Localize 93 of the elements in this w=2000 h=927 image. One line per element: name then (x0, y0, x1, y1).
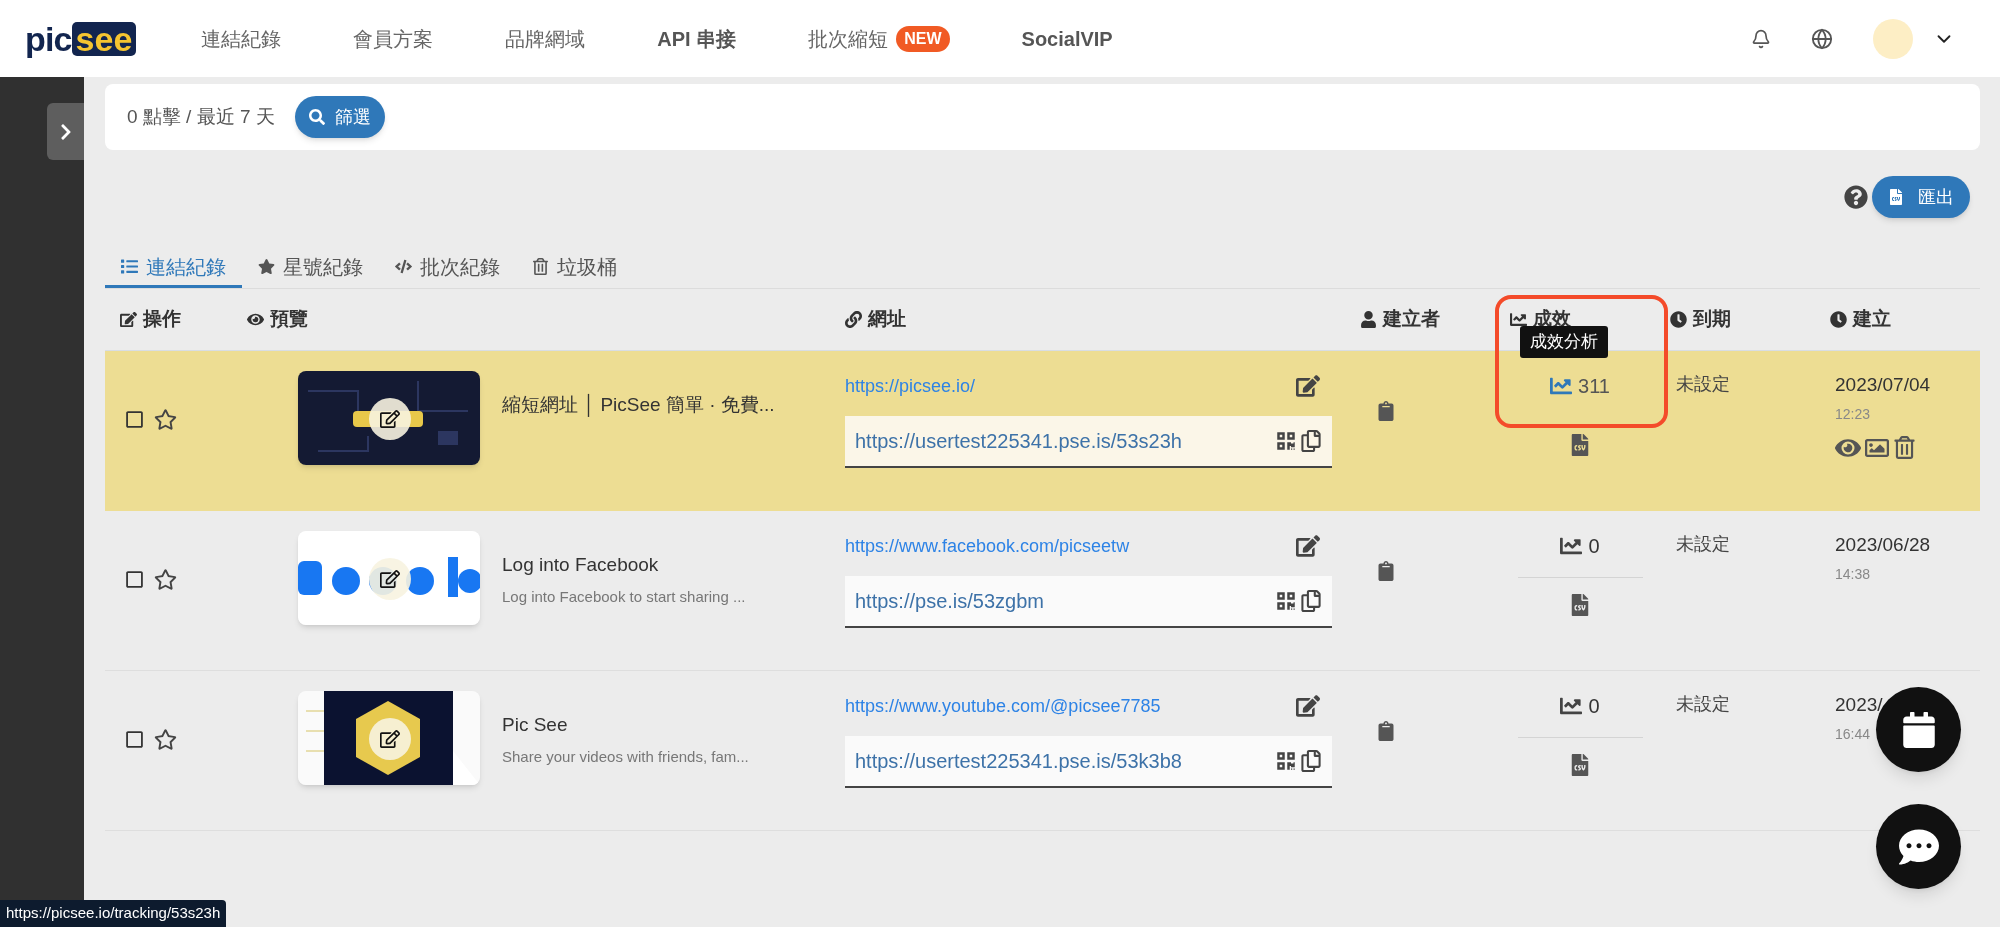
chart-icon (1550, 375, 1573, 397)
created-date: 2023/ (1835, 693, 1883, 717)
trash-icon[interactable] (1893, 436, 1916, 459)
column-header: 建立 (1830, 305, 1891, 334)
csv-file-icon (1888, 189, 1904, 205)
created-time: 14:38 (1835, 564, 1871, 584)
checkbox[interactable] (125, 569, 144, 589)
short-url-field[interactable]: https://pse.is/53zgbm (845, 576, 1332, 628)
column-header: 到期 (1670, 305, 1731, 334)
analytics-button[interactable]: 0 (1560, 691, 1600, 721)
star-icon[interactable] (154, 727, 177, 751)
filter-button[interactable]: 篩選 (294, 96, 385, 138)
new-badge: NEW (896, 25, 950, 52)
qr-code-icon[interactable] (1276, 591, 1296, 611)
eye-icon (247, 311, 264, 328)
clipboard-icon[interactable] (1376, 561, 1396, 581)
expiry: 未設定 (1676, 534, 1730, 554)
created-time: 16:44 (1835, 724, 1871, 744)
nav-link[interactable]: 連結紀錄 (201, 23, 282, 54)
short-url-field[interactable]: https://usertest225341.pse.is/53s23h (845, 416, 1332, 468)
nav-link[interactable]: SocialVIP (1021, 23, 1113, 54)
analytics-button[interactable]: 0 (1560, 531, 1600, 561)
created-date: 2023/06/28 (1835, 533, 1931, 557)
notification-icon[interactable] (1751, 28, 1771, 49)
short-url: https://pse.is/53zgbm (855, 589, 1044, 614)
clipboard-icon[interactable] (1376, 721, 1396, 741)
link-icon (845, 311, 862, 328)
tab[interactable]: 垃圾桶 (516, 248, 633, 288)
expiry: 未設定 (1676, 694, 1730, 714)
short-url: https://usertest225341.pse.is/53k3b8 (855, 749, 1182, 774)
nav-link[interactable]: 批次縮短 NEW (808, 23, 950, 54)
export-button[interactable]: 匯出 (1872, 176, 1970, 218)
chart-icon (1510, 311, 1527, 328)
copy-icon[interactable] (1300, 750, 1322, 772)
created-date: 2023/07/04 (1835, 373, 1931, 397)
edit-icon[interactable] (1296, 693, 1320, 718)
user-icon (1360, 311, 1377, 328)
nav-link[interactable]: 品牌網域 (505, 23, 586, 54)
star-icon (258, 258, 275, 275)
qr-code-icon[interactable] (1276, 431, 1296, 451)
csv-file-icon[interactable] (1569, 754, 1591, 776)
short-url-field[interactable]: https://usertest225341.pse.is/53k3b8 (845, 736, 1332, 788)
csv-file-icon[interactable] (1569, 434, 1591, 456)
search-icon (308, 109, 325, 125)
nav-link[interactable]: 會員方案 (353, 23, 434, 54)
clipboard-icon[interactable] (1376, 401, 1396, 421)
tab[interactable]: 連結紀錄 (105, 248, 242, 288)
help-icon[interactable] (1844, 185, 1868, 209)
copy-icon[interactable] (1300, 590, 1322, 612)
sidebar-toggle[interactable] (47, 103, 84, 160)
star-icon[interactable] (154, 567, 177, 591)
expiry: 未設定 (1676, 374, 1730, 394)
checkbox[interactable] (125, 409, 144, 429)
tooltip: 成效分析 (1520, 326, 1608, 358)
logo[interactable]: picsee (25, 21, 137, 56)
column-header: 預覽 (247, 305, 308, 334)
tab[interactable]: 星號紀錄 (242, 248, 379, 288)
link-description: Log into Facebook to start sharing ... (502, 586, 746, 607)
checkbox[interactable] (125, 729, 144, 749)
nav-link[interactable]: API 串接 (657, 23, 737, 54)
destination-link[interactable]: https://www.youtube.com/@picsee7785 (845, 693, 1161, 720)
click-summary: 0 點擊 / 最近 7 天 (127, 104, 275, 129)
edit-icon (380, 409, 400, 429)
tab[interactable]: 批次紀錄 (379, 248, 516, 288)
column-header: 操作 (120, 305, 181, 334)
column-header: 建立者 (1360, 305, 1440, 334)
link-title: Pic See (502, 713, 569, 737)
link-title: 縮短網址 │ PicSee 簡單 · 免費... (502, 393, 775, 419)
calendar-icon (1900, 711, 1937, 748)
edit-icon[interactable] (1296, 373, 1320, 398)
link-title: Log into Facebook (502, 553, 660, 577)
created-time: 12:23 (1835, 404, 1871, 424)
chart-icon (1560, 695, 1583, 717)
column-header: 網址 (845, 305, 906, 334)
analytics-button[interactable]: 311 (1550, 371, 1610, 401)
chart-icon (1560, 535, 1583, 557)
edit-icon[interactable] (1296, 533, 1320, 558)
edit-icon (120, 311, 137, 328)
copy-icon[interactable] (1300, 430, 1322, 452)
edit-icon (380, 569, 400, 589)
trash-icon (532, 258, 549, 275)
short-url: https://usertest225341.pse.is/53s23h (855, 429, 1182, 454)
language-icon[interactable] (1811, 27, 1833, 50)
edit-icon (380, 729, 400, 749)
destination-link[interactable]: https://www.facebook.com/picseetw (845, 533, 1130, 560)
clock-icon (1830, 311, 1847, 328)
list-icon (121, 258, 138, 275)
star-icon[interactable] (154, 407, 177, 431)
csv-file-icon[interactable] (1569, 594, 1591, 616)
link-description: Share your videos with friends, fam... (502, 746, 749, 767)
clock-icon (1670, 311, 1687, 328)
code-icon (395, 258, 412, 275)
qr-code-icon[interactable] (1276, 751, 1296, 771)
